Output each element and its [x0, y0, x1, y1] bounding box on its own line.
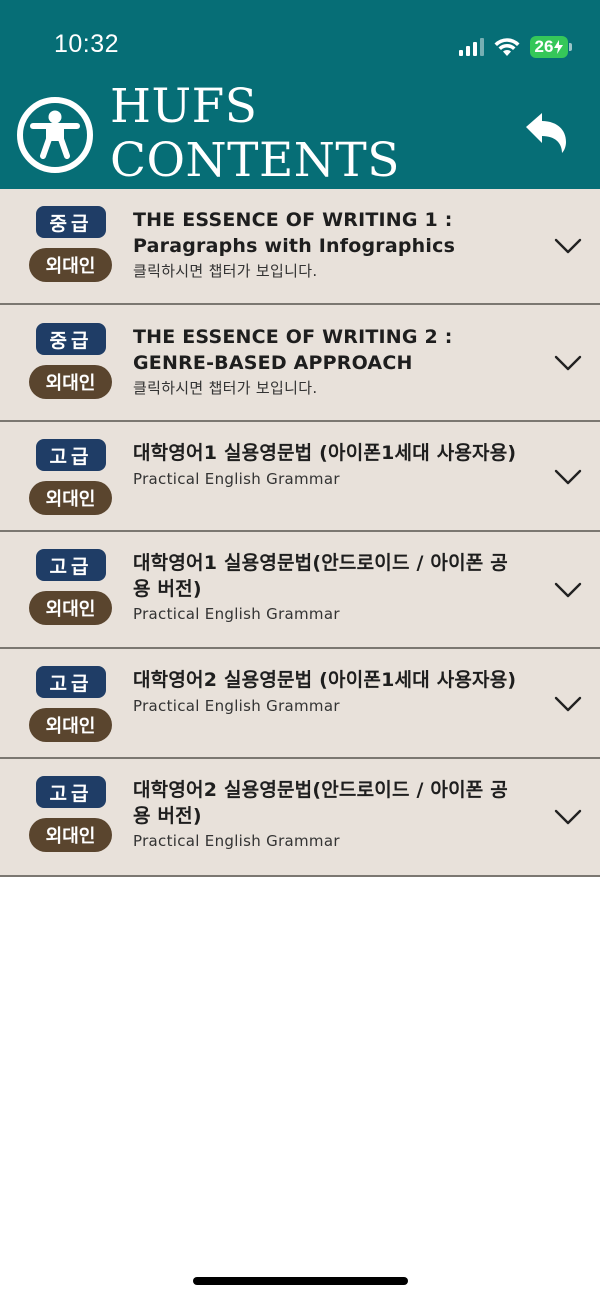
battery-indicator: 26 [530, 36, 572, 58]
course-title: THE ESSENCE OF WRITING 2 : GENRE-BASED A… [133, 326, 453, 374]
chevron-down-icon[interactable] [554, 581, 582, 599]
course-item[interactable]: 고급 외대인 대학영어1 실용영문법(안드로이드 / 아이폰 공용 버전) Pr… [0, 532, 600, 649]
level-badge: 고급 [36, 666, 106, 698]
level-badge: 고급 [36, 776, 106, 808]
audience-badge: 외대인 [29, 365, 112, 399]
chevron-down-icon[interactable] [554, 695, 582, 713]
audience-badge: 외대인 [29, 248, 112, 282]
level-badge: 중급 [36, 206, 106, 238]
level-badge: 고급 [36, 549, 106, 581]
audience-badge: 외대인 [29, 591, 112, 625]
back-arrow-icon[interactable] [522, 110, 570, 158]
course-item[interactable]: 중급 외대인 THE ESSENCE OF WRITING 2 : GENRE-… [0, 305, 600, 422]
app-title-line2: CONTENTS [110, 133, 400, 188]
course-title: THE ESSENCE OF WRITING 1 : Paragraphs wi… [133, 209, 456, 257]
course-title: 대학영어2 실용영문법(안드로이드 / 아이폰 공용 버전) [133, 779, 508, 827]
battery-level: 26 [534, 37, 554, 56]
app-header: 10:32 26 HUFS CONTENTS [0, 0, 600, 189]
course-title: 대학영어1 실용영문법 (아이폰1세대 사용자용) [133, 442, 517, 464]
chevron-down-icon[interactable] [554, 808, 582, 826]
course-subtitle: Practical English Grammar [133, 697, 340, 715]
audience-badge: 외대인 [29, 708, 112, 742]
course-subtitle: Practical English Grammar [133, 832, 340, 850]
chevron-down-icon[interactable] [554, 237, 582, 255]
chevron-down-icon[interactable] [554, 354, 582, 372]
cellular-signal-icon [459, 38, 484, 56]
app-title: HUFS CONTENTS [110, 80, 400, 188]
course-subtitle: 클릭하시면 챕터가 보입니다. [133, 262, 318, 280]
course-list: 중급 외대인 THE ESSENCE OF WRITING 1 : Paragr… [0, 189, 600, 877]
course-title: 대학영어1 실용영문법(안드로이드 / 아이폰 공용 버전) [133, 552, 508, 600]
charging-bolt-icon [554, 40, 564, 54]
audience-badge: 외대인 [29, 481, 112, 515]
chevron-down-icon[interactable] [554, 468, 582, 486]
level-badge: 중급 [36, 323, 106, 355]
level-badge: 고급 [36, 439, 106, 471]
course-subtitle: Practical English Grammar [133, 605, 340, 623]
course-item[interactable]: 고급 외대인 대학영어1 실용영문법 (아이폰1세대 사용자용) Practic… [0, 422, 600, 532]
status-icons: 26 [459, 34, 572, 60]
status-time: 10:32 [54, 30, 120, 58]
audience-badge: 외대인 [29, 818, 112, 852]
course-item[interactable]: 중급 외대인 THE ESSENCE OF WRITING 1 : Paragr… [0, 189, 600, 305]
course-subtitle: 클릭하시면 챕터가 보입니다. [133, 379, 318, 397]
wifi-icon [494, 38, 520, 56]
accessibility-icon [17, 97, 93, 173]
app-title-line1: HUFS [110, 79, 258, 134]
home-indicator[interactable] [193, 1277, 408, 1285]
course-title: 대학영어2 실용영문법 (아이폰1세대 사용자용) [133, 669, 517, 691]
course-item[interactable]: 고급 외대인 대학영어2 실용영문법 (아이폰1세대 사용자용) Practic… [0, 649, 600, 759]
course-subtitle: Practical English Grammar [133, 470, 340, 488]
course-item[interactable]: 고급 외대인 대학영어2 실용영문법(안드로이드 / 아이폰 공용 버전) Pr… [0, 759, 600, 877]
